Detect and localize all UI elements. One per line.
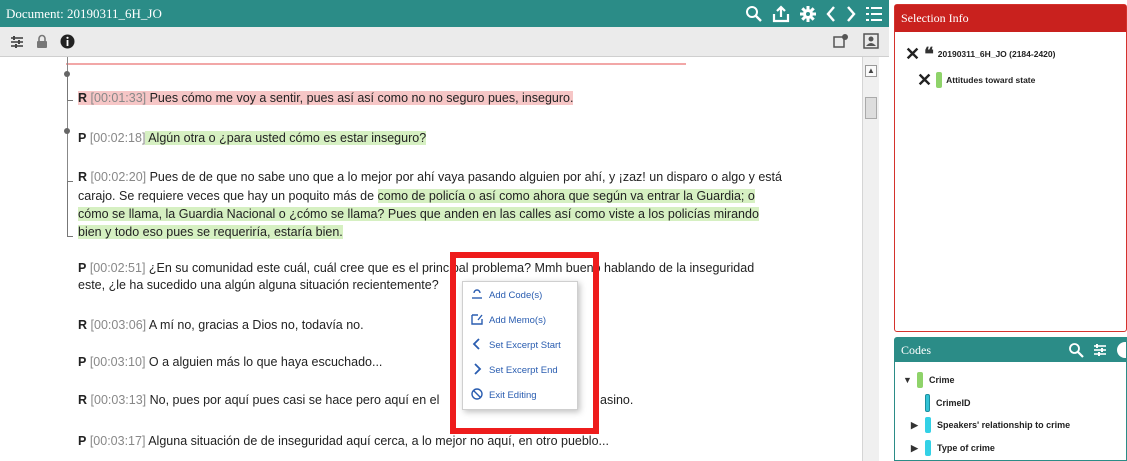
timestamp: [00:03:06] bbox=[90, 318, 147, 332]
timestamp: [00:02:18] bbox=[89, 131, 146, 145]
transcript-line: cómo se llama, la Guardia Nacional o ¿có… bbox=[78, 205, 759, 224]
timeline-line bbox=[67, 137, 68, 181]
document-scrollbar[interactable]: ▲ bbox=[862, 57, 879, 461]
transcript-line: bien y todo eso pues se requeriría, esta… bbox=[78, 223, 343, 242]
expand-caret-down-icon[interactable]: ▼ bbox=[903, 375, 912, 385]
info-icon[interactable] bbox=[60, 34, 75, 52]
code-color-bar bbox=[925, 440, 931, 456]
speaker-label: R bbox=[78, 91, 88, 105]
speaker-label: P bbox=[78, 131, 87, 145]
close-icon[interactable]: ✕ bbox=[905, 45, 920, 63]
codes-title: Codes bbox=[901, 343, 931, 357]
code-color-bar bbox=[925, 394, 930, 412]
timestamp: [00:03:10] bbox=[89, 355, 146, 369]
excerpt-bracket bbox=[67, 181, 73, 237]
search-icon[interactable] bbox=[745, 5, 763, 23]
selection-info-panel: Selection Info ✕ ❝ 20190311_6H_JO (2184-… bbox=[894, 4, 1127, 332]
document-title: Document: 20190311_6H_JO bbox=[6, 6, 162, 21]
lock-icon[interactable] bbox=[36, 34, 48, 52]
list-menu-icon[interactable] bbox=[865, 5, 883, 23]
selection-info-titlebar: Selection Info bbox=[895, 5, 1126, 32]
speaker-label: P bbox=[78, 355, 87, 369]
excerpt-bracket bbox=[67, 77, 73, 101]
transcript-area[interactable]: R [00:01:33] Pues cómo me voy a sentir, … bbox=[0, 57, 862, 461]
utterance-text: O a alguien más lo que haya escuchado... bbox=[145, 355, 383, 369]
timeline-node bbox=[64, 128, 70, 134]
transcript-line: R [00:03:13] No, pues por aquí pues casi… bbox=[78, 391, 439, 410]
scrollbar-thumb[interactable] bbox=[865, 97, 877, 119]
code-tree-item-crime[interactable]: ▼ Crime bbox=[903, 372, 955, 388]
utterance-text: asino. bbox=[600, 393, 634, 407]
utterance-text: carajo. Se requiere veces que hay un poq… bbox=[78, 189, 378, 203]
filter-sliders-icon[interactable] bbox=[1093, 343, 1107, 360]
transcript-line: R [00:03:06] A mí no, gracias a Dios no,… bbox=[78, 316, 364, 335]
highlighted-excerpt: bien y todo eso pues se requeriría, esta… bbox=[78, 225, 343, 239]
timestamp: [00:02:20] bbox=[90, 170, 147, 184]
code-chip[interactable]: Attitudes toward state bbox=[936, 72, 1035, 88]
transcript-line: este, ¿le ha sucedido una algún alguna s… bbox=[78, 276, 439, 295]
highlighted-excerpt: cómo se llama, la Guardia Nacional o ¿có… bbox=[78, 207, 759, 221]
media-settings-icon[interactable] bbox=[833, 33, 849, 52]
remove-code-icon[interactable]: ✕ bbox=[917, 71, 932, 89]
chevron-right-icon[interactable] bbox=[845, 5, 857, 23]
speaker-label: P bbox=[78, 434, 87, 448]
transcript-line: carajo. Se requiere veces que hay un poq… bbox=[78, 187, 755, 206]
transcript-line-tail: asino. bbox=[600, 391, 633, 410]
utterance-text: A mí no, gracias a Dios no, todavía no. bbox=[146, 318, 364, 332]
selected-excerpt-row: ✕ ❝ 20190311_6H_JO (2184-2420) bbox=[905, 45, 1055, 63]
highlight-annotation-frame bbox=[450, 252, 599, 434]
code-color-bar bbox=[936, 72, 943, 88]
upload-icon[interactable] bbox=[771, 4, 791, 23]
speaker-label: P bbox=[78, 261, 87, 275]
filter-sliders-icon[interactable] bbox=[10, 35, 24, 52]
code-label: Attitudes toward state bbox=[946, 75, 1036, 85]
search-icon[interactable] bbox=[1068, 342, 1084, 361]
transcript-line: P [00:02:18] Algún otra o ¿para usted có… bbox=[78, 129, 427, 148]
codes-titlebar: Codes bbox=[895, 338, 1127, 362]
timestamp: [00:03:17] bbox=[89, 434, 146, 448]
previous-highlight-strip bbox=[66, 63, 686, 65]
transcript-line: R [00:02:20] Pues de de que no sabe uno … bbox=[78, 168, 782, 187]
chevron-left-icon[interactable] bbox=[825, 5, 837, 23]
document-panel: Document: 20190311_6H_JO R [00:01:33] Pu… bbox=[0, 0, 889, 461]
codes-panel: Codes ▼ Crime CrimeID ▶ Speakers' relati… bbox=[894, 337, 1127, 461]
expand-caret-right-icon[interactable]: ▶ bbox=[911, 443, 919, 454]
utterance-text: Algún otra o ¿para usted cómo es estar i… bbox=[145, 131, 427, 145]
document-toolbar bbox=[0, 27, 889, 57]
transcript-line: R [00:01:33] Pues cómo me voy a sentir, … bbox=[78, 89, 574, 108]
info-icon[interactable] bbox=[1116, 341, 1127, 362]
applied-code-row: ✕ Attitudes toward state bbox=[917, 71, 1035, 89]
timestamp: [00:01:33] bbox=[90, 91, 147, 105]
gear-icon[interactable] bbox=[799, 5, 817, 23]
speaker-label: R bbox=[78, 393, 88, 407]
code-tree-item-speakers-relationship[interactable]: ▶ Speakers' relationship to crime bbox=[911, 417, 1070, 433]
transcript-line: P [00:03:10] O a alguien más lo que haya… bbox=[78, 353, 382, 372]
utterance-text: Pues cómo me voy a sentir, pues así así … bbox=[146, 91, 574, 105]
speaker-label: R bbox=[78, 318, 88, 332]
timestamp: [00:02:51] bbox=[89, 261, 146, 275]
quote-icon: ❝ bbox=[924, 44, 934, 64]
utterance-text: No, pues por aquí pues casi se hace pero… bbox=[146, 393, 440, 407]
code-color-bar bbox=[917, 372, 923, 388]
selection-info-title: Selection Info bbox=[901, 11, 969, 25]
document-titlebar: Document: 20190311_6H_JO bbox=[0, 0, 889, 27]
speaker-label: R bbox=[78, 170, 88, 184]
utterance-text: Alguna situación de de inseguridad aquí … bbox=[145, 434, 609, 448]
transcript-line: P [00:03:17] Alguna situación de de inse… bbox=[78, 432, 609, 451]
scroll-up-icon[interactable]: ▲ bbox=[865, 65, 877, 77]
code-tree-item-type-of-crime[interactable]: ▶ Type of crime bbox=[911, 440, 995, 456]
code-color-bar bbox=[925, 417, 931, 433]
code-tree-item-crimeid[interactable]: CrimeID bbox=[925, 394, 971, 412]
utterance-text: este, ¿le ha sucedido una algún alguna s… bbox=[78, 278, 439, 292]
highlighted-excerpt: como de policía o así como ahora que seg… bbox=[377, 189, 755, 203]
user-profile-icon[interactable] bbox=[863, 33, 879, 52]
timestamp: [00:03:13] bbox=[90, 393, 147, 407]
utterance-text: Pues de de que no sabe uno que a lo mejo… bbox=[146, 170, 782, 184]
expand-caret-right-icon[interactable]: ▶ bbox=[911, 420, 919, 431]
excerpt-label: 20190311_6H_JO (2184-2420) bbox=[937, 49, 1056, 59]
